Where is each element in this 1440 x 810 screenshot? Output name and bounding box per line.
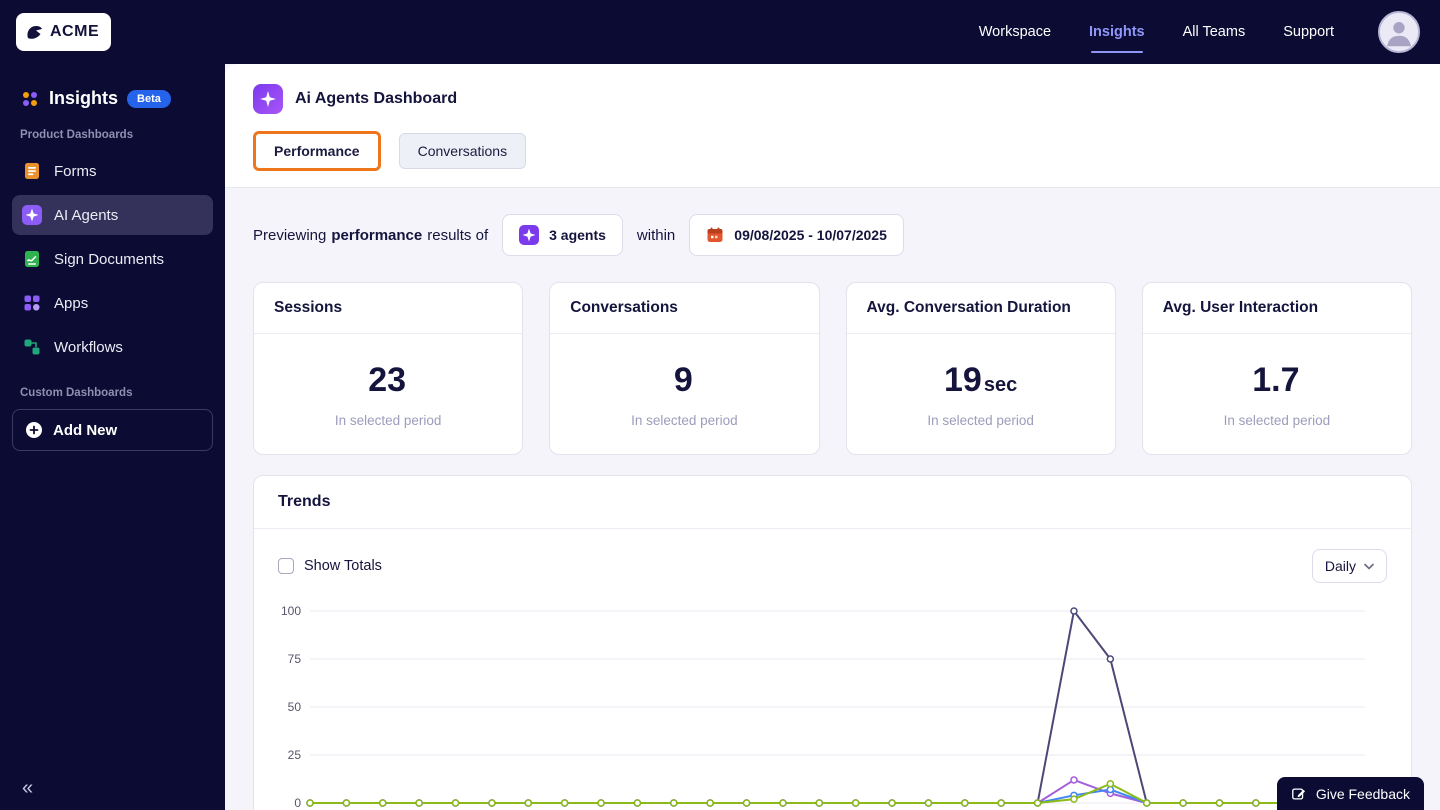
interval-select[interactable]: Daily <box>1311 549 1387 583</box>
add-new-button[interactable]: Add New <box>12 409 213 451</box>
sign-documents-icon <box>22 249 42 269</box>
avatar[interactable] <box>1378 11 1420 53</box>
collapse-sidebar-button[interactable]: « <box>22 777 33 800</box>
stat-value: 23 <box>368 361 407 399</box>
main-content: Ai Agents Dashboard Performance Conversa… <box>225 64 1440 810</box>
stat-title: Conversations <box>550 283 819 334</box>
within-label: within <box>636 226 676 244</box>
stat-card-sessions: Sessions 23 In selected period <box>253 282 524 455</box>
agents-filter-button[interactable]: 3 agents <box>502 214 623 256</box>
stat-caption: In selected period <box>334 413 442 428</box>
trends-controls: Show Totals Daily <box>254 529 1411 595</box>
person-icon <box>1380 13 1418 51</box>
stat-cards: Sessions 23 In selected period Conversat… <box>253 282 1412 455</box>
agents-sparkle-icon <box>519 225 540 245</box>
sidebar-item-workflows[interactable]: Workflows <box>12 327 213 367</box>
trends-title: Trends <box>254 476 1411 529</box>
tab-conversations[interactable]: Conversations <box>398 133 527 169</box>
annotation-highlight: Performance <box>253 131 381 171</box>
sidebar-item-label: Apps <box>54 294 89 312</box>
stat-title: Avg. User Interaction <box>1142 283 1411 334</box>
forms-icon <box>22 161 42 181</box>
beta-badge: Beta <box>127 89 171 108</box>
ai-dashboard-icon <box>253 84 283 114</box>
svg-text:75: 75 <box>288 652 302 666</box>
show-totals-label: Show Totals <box>304 558 382 574</box>
insights-logo-icon <box>20 89 40 109</box>
stat-value: 1.7 <box>1252 361 1300 399</box>
sidebar-item-label: Sign Documents <box>54 250 165 268</box>
dashboard-header: Ai Agents Dashboard Performance Conversa… <box>225 64 1440 188</box>
stat-caption: In selected period <box>631 413 738 428</box>
add-new-label: Add New <box>53 421 118 439</box>
section-label-custom-dashboards: Custom Dashboards <box>20 387 133 399</box>
stat-value: 9 <box>673 361 693 399</box>
give-feedback-button[interactable]: Give Feedback <box>1276 777 1424 810</box>
acme-logo-icon <box>24 22 44 42</box>
stat-caption: In selected period <box>927 413 1034 428</box>
sidebar-title: Insights <box>49 88 119 108</box>
calendar-icon <box>706 226 724 244</box>
trends-chart-area: 0 25 50 75 100 <box>254 595 1411 810</box>
sidebar-item-label: Workflows <box>54 338 123 356</box>
sidebar-item-label: AI Agents <box>54 206 119 224</box>
stat-title: Sessions <box>254 283 523 334</box>
sidebar-item-label: Forms <box>54 162 97 180</box>
svg-text:25: 25 <box>288 748 302 762</box>
sidebar-item-ai-agents[interactable]: AI Agents <box>12 195 213 235</box>
acme-logo[interactable]: ACME <box>16 13 112 51</box>
interval-label: Daily <box>1324 558 1356 574</box>
show-totals-checkbox[interactable] <box>278 558 294 574</box>
feedback-label: Give Feedback <box>1315 785 1410 802</box>
nav-insights[interactable]: Insights <box>1089 24 1145 53</box>
sidebar-title-row: Insights Beta <box>12 88 213 109</box>
preview-prefix: Previewing <box>253 226 327 244</box>
stat-title: Avg. Conversation Duration <box>846 283 1115 334</box>
top-nav: Workspace Insights All Teams Support <box>979 11 1420 53</box>
sidebar-item-apps[interactable]: Apps <box>12 283 213 323</box>
preview-suffix: results of <box>427 226 489 244</box>
sidebar: Insights Beta Product Dashboards Forms A… <box>0 64 225 810</box>
stat-caption: In selected period <box>1223 413 1331 428</box>
section-label-product-dashboards: Product Dashboards <box>20 129 134 141</box>
tab-bar: Performance Conversations <box>253 131 1412 171</box>
nav-support[interactable]: Support <box>1283 24 1334 40</box>
preview-bold: performance <box>331 226 423 244</box>
nav-all-teams[interactable]: All Teams <box>1183 24 1246 40</box>
stat-value: 19 sec <box>944 361 1018 399</box>
apps-icon <box>22 293 42 313</box>
sidebar-item-sign-documents[interactable]: Sign Documents <box>12 239 213 279</box>
plus-icon <box>25 421 43 439</box>
trends-chart: 0 25 50 75 100 <box>281 604 1369 810</box>
sidebar-item-forms[interactable]: Forms <box>12 151 213 191</box>
svg-text:0: 0 <box>294 796 301 810</box>
svg-text:50: 50 <box>288 700 302 714</box>
stat-card-avg-duration: Avg. Conversation Duration 19 sec In sele… <box>845 282 1116 455</box>
svg-text:100: 100 <box>281 604 301 618</box>
page-title: Ai Agents Dashboard <box>295 90 458 107</box>
nav-workspace[interactable]: Workspace <box>979 24 1051 40</box>
trends-card: Trends Show Totals Daily 0 25 50 75 100 <box>253 475 1412 810</box>
preview-text: Previewing performance results of <box>253 227 488 244</box>
tab-performance[interactable]: Performance <box>256 134 378 168</box>
dashboard-body: Previewing performance results of 3 agen… <box>225 188 1440 810</box>
stat-card-avg-interaction: Avg. User Interaction 1.7 In selected pe… <box>1141 282 1412 455</box>
workflows-icon <box>22 337 42 357</box>
filter-row: Previewing performance results of 3 agen… <box>253 214 1412 256</box>
stat-card-conversations: Conversations 9 In selected period <box>549 282 820 455</box>
date-range-button[interactable]: 09/08/2025 - 10/07/2025 <box>689 214 904 256</box>
show-totals-toggle[interactable]: Show Totals <box>278 558 382 574</box>
topbar: ACME Workspace Insights All Teams Suppor… <box>0 0 1440 64</box>
acme-logo-text: ACME <box>50 23 100 40</box>
ai-agents-icon <box>22 205 42 225</box>
date-range-label: 09/08/2025 - 10/07/2025 <box>734 227 887 243</box>
chevron-down-icon <box>1364 563 1374 570</box>
feedback-icon <box>1291 786 1307 802</box>
agents-filter-label: 3 agents <box>549 227 606 243</box>
